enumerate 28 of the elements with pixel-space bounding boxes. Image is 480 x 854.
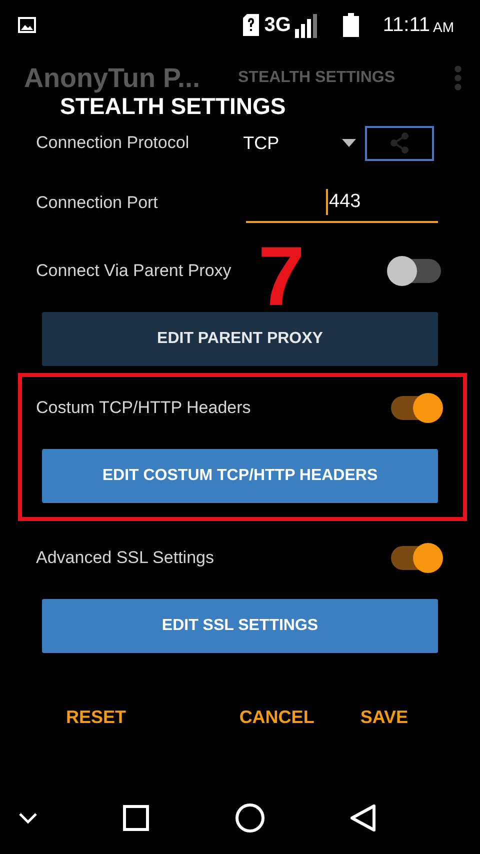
share-button[interactable] — [365, 126, 434, 160]
dialog-action[interactable]: CANCEL — [235, 703, 318, 732]
chevron-down-icon[interactable] — [18, 812, 38, 824]
dialog-action[interactable]: RESET — [62, 703, 130, 732]
clock-time: 11:11 — [382, 14, 430, 36]
sim-icon — [243, 14, 260, 36]
battery-icon — [342, 13, 359, 37]
edit-button[interactable]: EDIT SSL SETTINGS — [42, 599, 438, 653]
setting-label: Costum TCP/HTTP Headers — [36, 398, 251, 418]
setting-label: Connection Port — [36, 193, 158, 213]
dialog-action[interactable]: SAVE — [356, 703, 412, 732]
back-icon[interactable] — [350, 804, 376, 832]
recents-icon[interactable] — [123, 805, 150, 831]
app-title: AnonyTun P... — [24, 62, 202, 94]
share-icon — [390, 132, 410, 154]
edit-button[interactable]: EDIT COSTUM TCP/HTTP HEADERS — [42, 449, 438, 503]
setting-label: Advanced SSL Settings — [36, 548, 214, 568]
image-icon — [18, 17, 36, 33]
setting-label: Connection Protocol — [36, 133, 190, 153]
toggle-switch[interactable] — [387, 256, 443, 286]
protocol-dropdown[interactable]: TCP — [243, 132, 356, 154]
dropdown-arrow-icon — [342, 139, 356, 147]
network-type: 3G — [264, 14, 291, 36]
clock-meridiem: AM — [433, 19, 454, 35]
port-field[interactable]: 443 — [246, 183, 438, 223]
dialog-title: STEALTH SETTINGS — [60, 93, 286, 121]
home-icon[interactable] — [234, 803, 265, 833]
setting-label: Connect Via Parent Proxy — [36, 261, 232, 281]
